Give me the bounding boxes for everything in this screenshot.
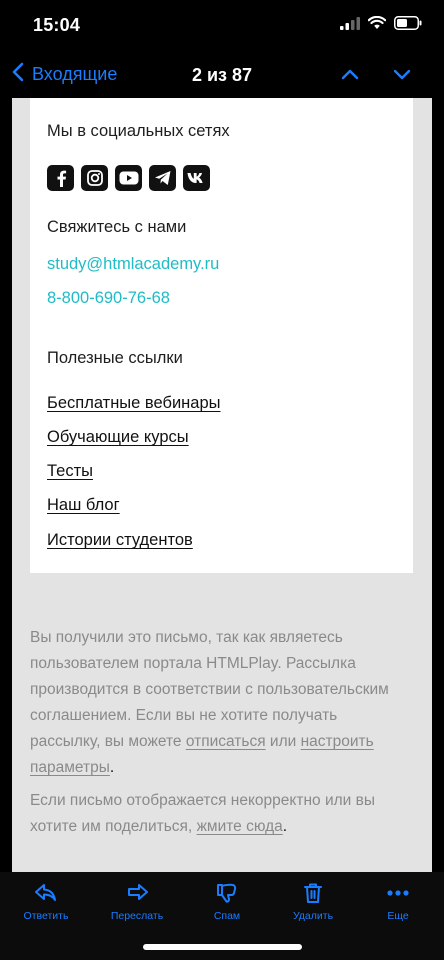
facebook-icon[interactable] xyxy=(47,165,74,191)
spam-button[interactable]: Спам xyxy=(187,880,267,922)
webinars-link[interactable]: Бесплатные вебинары xyxy=(47,394,220,413)
click-here-link[interactable]: жмите сюда xyxy=(197,818,283,835)
youtube-icon[interactable] xyxy=(115,165,142,191)
spam-label: Спам xyxy=(213,910,241,922)
contact-email-link[interactable]: study@htmlacademy.ru xyxy=(47,255,219,274)
useful-links-title: Полезные ссылки xyxy=(47,349,183,367)
period: . xyxy=(282,818,288,835)
social-section-title: Мы в социальных сетях xyxy=(47,122,230,140)
subscription-notice: Вы получили это письмо, так как являетес… xyxy=(30,625,410,781)
delete-label: Удалить xyxy=(292,910,334,922)
email-body: Мы в социальных сетях Свяжитесь с нами s… xyxy=(12,98,432,872)
chevron-down-icon xyxy=(392,69,412,88)
status-bar: 15:04 xyxy=(0,0,444,52)
instagram-icon[interactable] xyxy=(81,165,108,191)
contact-section-title: Свяжитесь с нами xyxy=(47,218,187,236)
forward-label: Переслать xyxy=(110,910,164,922)
thumbs-down-icon xyxy=(187,880,267,906)
more-button[interactable]: Еще xyxy=(358,880,438,922)
email-footer-card: Мы в социальных сетях Свяжитесь с нами s… xyxy=(30,98,413,573)
status-time: 15:04 xyxy=(33,15,81,35)
blog-link[interactable]: Наш блог xyxy=(47,496,120,515)
trash-icon xyxy=(273,880,353,906)
signal-icon xyxy=(340,16,360,35)
delete-button[interactable]: Удалить xyxy=(273,880,353,922)
contact-phone-link[interactable]: 8-800-690-76-68 xyxy=(47,289,170,308)
forward-icon xyxy=(97,880,177,906)
reply-icon xyxy=(6,880,86,906)
message-counter: 2 из 87 xyxy=(191,65,253,85)
social-icons-row xyxy=(47,165,210,191)
reply-label: Ответить xyxy=(23,910,69,922)
courses-link[interactable]: Обучающие курсы xyxy=(47,428,189,447)
email-body-viewport[interactable]: Мы в социальных сетях Свяжитесь с нами s… xyxy=(0,98,444,872)
mail-toolbar: Ответить Переслать Спам Удалить Еще xyxy=(0,872,444,960)
forward-button[interactable]: Переслать xyxy=(97,880,177,922)
previous-message-button[interactable] xyxy=(340,64,360,89)
reply-button[interactable]: Ответить xyxy=(6,880,86,922)
tests-link[interactable]: Тесты xyxy=(47,462,93,481)
next-message-button[interactable] xyxy=(392,64,412,89)
more-dots-icon xyxy=(358,880,438,906)
chevron-up-icon xyxy=(340,69,360,88)
subscription-notice-text: Вы получили это письмо, так как являетес… xyxy=(30,629,389,750)
more-label: Еще xyxy=(387,910,409,922)
status-icons xyxy=(340,15,422,35)
mail-nav-bar: Входящие 2 из 87 xyxy=(0,52,444,98)
unsubscribe-link[interactable]: отписаться xyxy=(186,733,266,750)
telegram-icon[interactable] xyxy=(149,165,176,191)
vk-icon[interactable] xyxy=(183,165,210,191)
wifi-icon xyxy=(367,15,387,35)
display-notice: Если письмо отображается некорректно или… xyxy=(30,788,410,840)
or-word: или xyxy=(269,733,297,750)
period: . xyxy=(109,759,115,776)
student-stories-link[interactable]: Истории студентов xyxy=(47,531,193,550)
battery-icon xyxy=(394,16,422,35)
home-indicator[interactable] xyxy=(143,944,302,950)
